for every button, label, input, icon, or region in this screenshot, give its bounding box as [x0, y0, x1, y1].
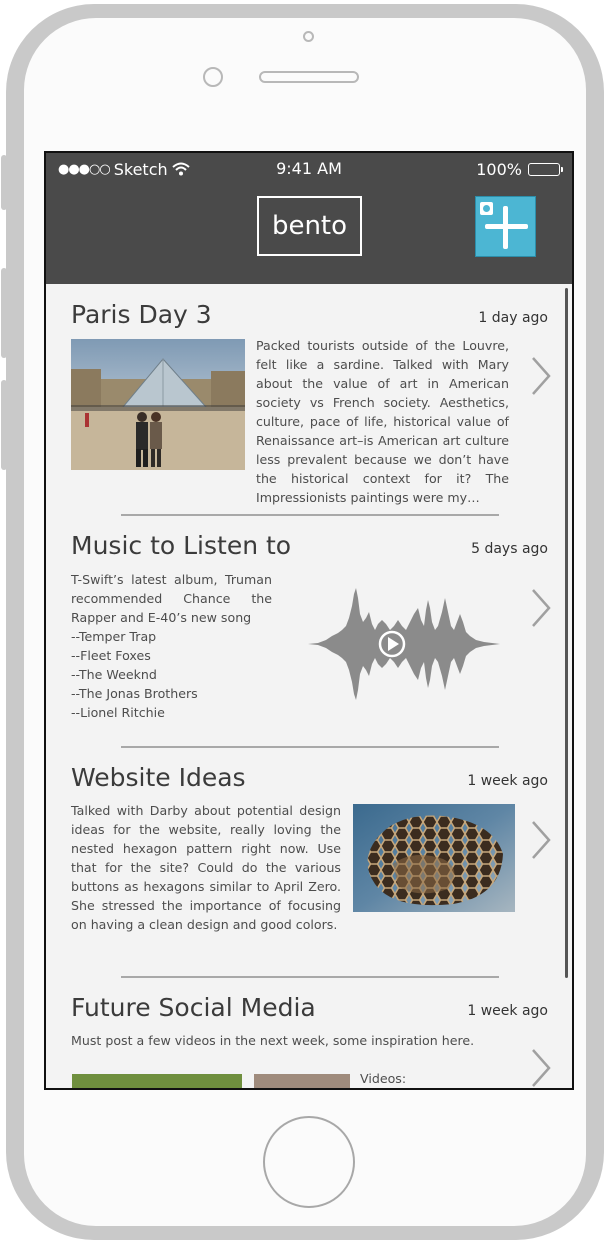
app-logo: bento: [257, 196, 362, 256]
app-screen: ●●●○○ Sketch 9:41 AM 100% bento Paris Da…: [44, 151, 574, 1090]
louvre-photo[interactable]: [71, 339, 245, 470]
entry-body-line: --Lionel Ritchie: [71, 705, 165, 720]
camera-icon: [480, 202, 493, 215]
entry-body-line: --The Weeknd: [71, 667, 157, 682]
video-thumbnail[interactable]: [72, 1074, 242, 1088]
hexagon-nest-photo[interactable]: [353, 804, 515, 912]
battery-status: 100%: [476, 159, 563, 179]
top-bar: ●●●○○ Sketch 9:41 AM 100% bento: [46, 153, 572, 284]
front-camera: [303, 31, 314, 42]
battery-percent: 100%: [476, 159, 522, 179]
entry-title: Music to Listen to: [71, 531, 292, 560]
entry-body: Talked with Darby about potential design…: [71, 803, 341, 932]
entry-body: Must post a few videos in the next week,…: [71, 1033, 475, 1048]
entry-time: 1 day ago: [478, 310, 548, 326]
proximity-sensor: [203, 67, 223, 87]
entry-card[interactable]: Website Ideas 1 week ago Talked with Dar…: [46, 748, 572, 980]
entry-body-line: --Temper Trap: [71, 629, 157, 644]
battery-icon: [528, 162, 563, 176]
entry-body-line: T-Swift’s latest album, Truman recommend…: [71, 572, 272, 625]
entry-title: Website Ideas: [71, 763, 246, 792]
scrollbar[interactable]: [565, 288, 568, 978]
volume-down-button: [1, 380, 7, 470]
chevron-right-icon[interactable]: [530, 820, 552, 860]
video-thumbnail[interactable]: [254, 1074, 350, 1088]
videos-label: Videos:: [360, 1071, 407, 1086]
volume-up-button: [1, 268, 7, 358]
entry-card[interactable]: Music to Listen to 5 days ago T-Swift’s …: [46, 516, 572, 748]
entry-body: Packed tourists outside of the Louvre, f…: [256, 338, 509, 505]
entry-title: Future Social Media: [71, 993, 316, 1022]
chevron-right-icon[interactable]: [530, 356, 552, 396]
entry-time: 1 week ago: [467, 773, 548, 789]
entry-body-line: --Fleet Foxes: [71, 648, 151, 663]
entry-body: T-Swift’s latest album, Truman recommend…: [71, 570, 272, 722]
entry-time: 1 week ago: [467, 1003, 548, 1019]
chevron-right-icon[interactable]: [530, 588, 552, 628]
entry-feed[interactable]: Paris Day 3 1 day ago Packed tourists ou…: [46, 284, 572, 1088]
entry-body-line: --The Jonas Brothers: [71, 686, 198, 701]
add-entry-button[interactable]: [475, 196, 536, 257]
earpiece-speaker: [259, 71, 359, 83]
home-button[interactable]: [263, 1116, 355, 1208]
entry-time: 5 days ago: [471, 541, 548, 557]
chevron-right-icon[interactable]: [530, 1048, 552, 1088]
entry-card[interactable]: Paris Day 3 1 day ago Packed tourists ou…: [46, 284, 572, 516]
audio-waveform[interactable]: [308, 586, 500, 701]
mute-switch: [1, 155, 7, 210]
entry-title: Paris Day 3: [71, 300, 212, 329]
entry-card[interactable]: Future Social Media 1 week ago Must post…: [46, 978, 572, 1088]
